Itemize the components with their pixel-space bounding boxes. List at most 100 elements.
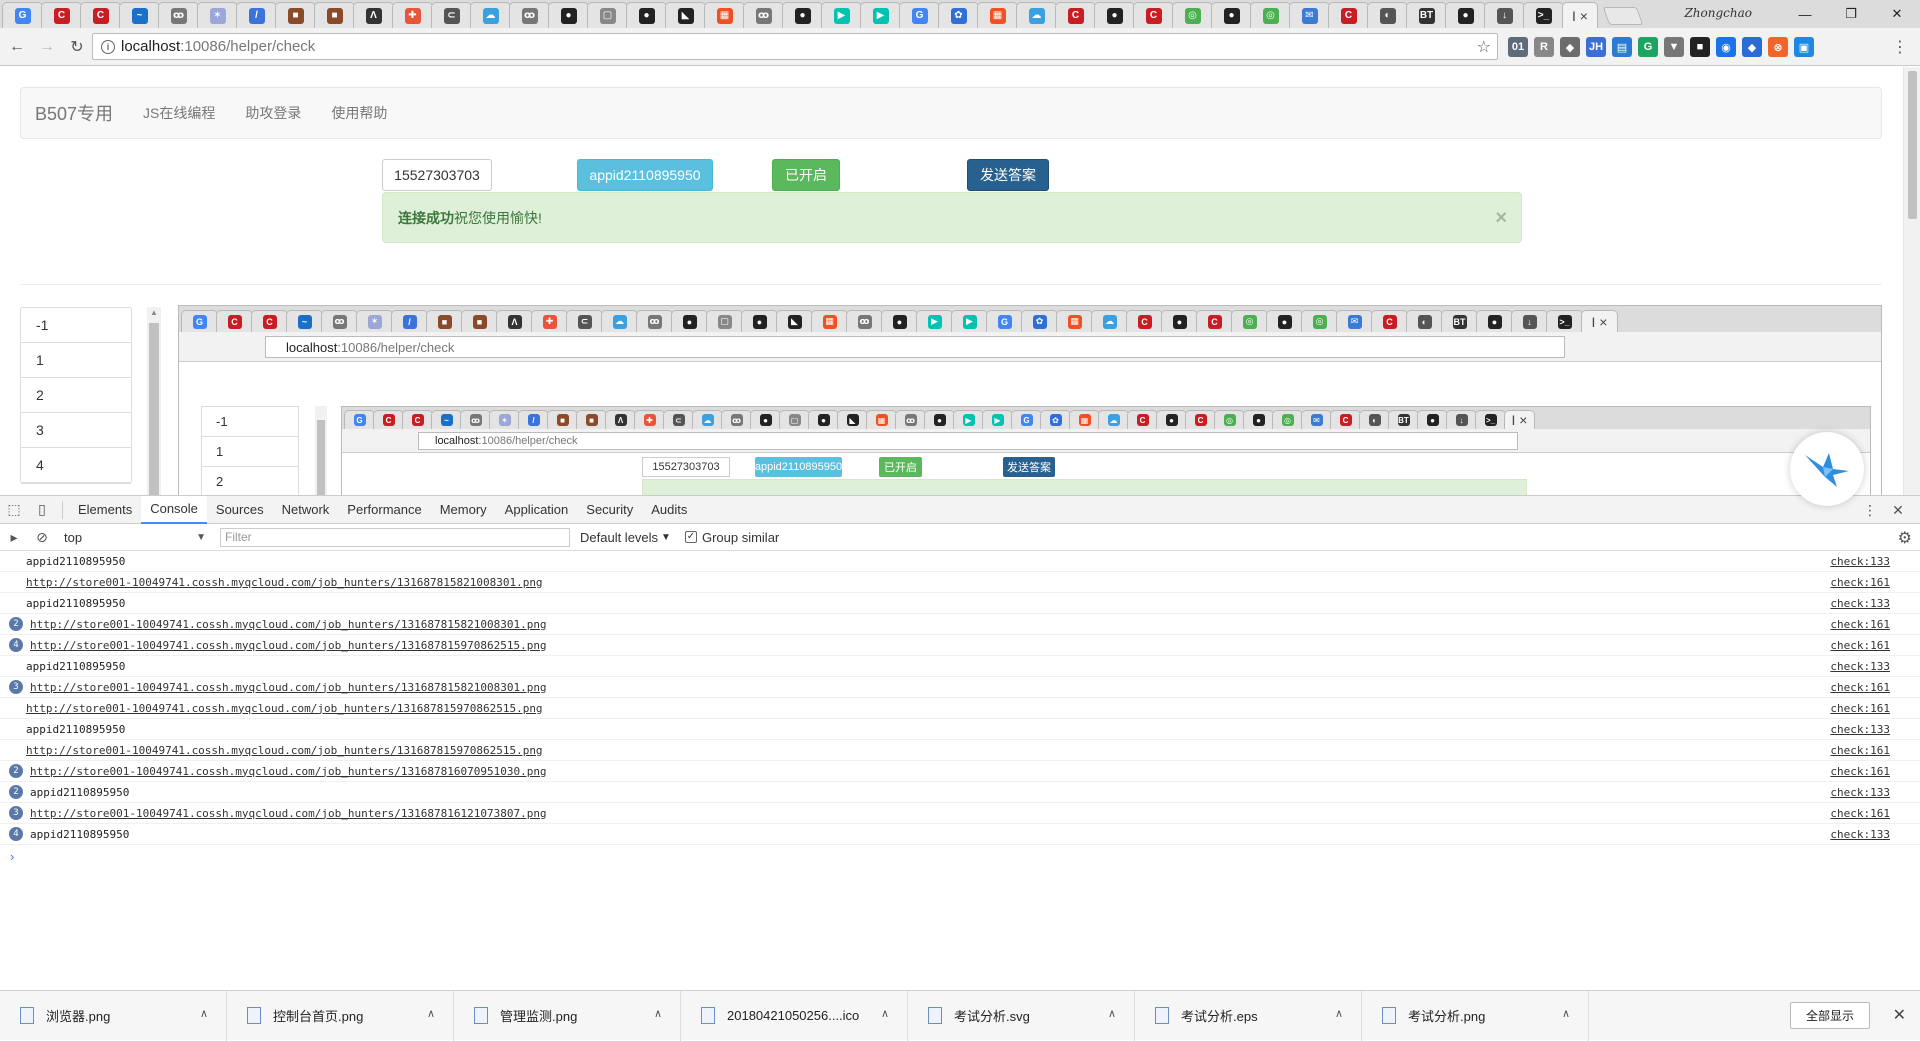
browser-tab[interactable]: ▦: [704, 2, 745, 28]
profile-name[interactable]: Zhongchao: [1684, 6, 1752, 20]
new-tab-button[interactable]: [1602, 7, 1644, 25]
browser-tab[interactable]: ■: [576, 410, 607, 429]
extension-icon[interactable]: R: [1534, 37, 1554, 57]
address-bar[interactable]: i localhost:10086/helper/check ☆: [92, 33, 1498, 60]
browser-tab[interactable]: C: [1127, 410, 1158, 429]
page-scrollbar[interactable]: [1903, 67, 1920, 495]
extension-icon[interactable]: ◆: [1560, 37, 1580, 57]
browser-tab[interactable]: ▶: [916, 310, 953, 332]
tab-sources[interactable]: Sources: [207, 496, 273, 524]
browser-tab[interactable]: ☁: [470, 2, 511, 28]
browser-tab[interactable]: ●: [1094, 2, 1135, 28]
list-item[interactable]: 1: [21, 343, 131, 378]
browser-tab[interactable]: G: [899, 2, 940, 28]
browser-tab[interactable]: ✿: [1040, 410, 1071, 429]
console-source-link[interactable]: check:133: [1830, 555, 1890, 568]
browser-tab[interactable]: ●: [1156, 410, 1187, 429]
browser-tab[interactable]: ●: [1243, 410, 1274, 429]
tab-security[interactable]: Security: [577, 496, 642, 524]
console-url-link[interactable]: http://store001-10049741.cossh.myqcloud.…: [30, 807, 547, 820]
browser-tab[interactable]: ↓: [1511, 310, 1548, 332]
browser-tab[interactable]: Λ: [496, 310, 533, 332]
forward-icon[interactable]: →: [34, 34, 60, 60]
site-brand[interactable]: B507专用: [35, 100, 113, 126]
group-similar-checkbox[interactable]: ✓: [684, 531, 697, 543]
browser-tab[interactable]: ↓: [1446, 410, 1477, 429]
console-source-link[interactable]: check:161: [1830, 702, 1890, 715]
browser-tab[interactable]: ꝏ: [846, 310, 883, 332]
browser-tab[interactable]: C: [216, 310, 253, 332]
browser-tab[interactable]: ✿: [938, 2, 979, 28]
browser-tab[interactable]: >_: [1546, 310, 1583, 332]
close-window-icon[interactable]: ✕: [1874, 0, 1920, 28]
download-item[interactable]: 管理监测.png ∧: [454, 990, 681, 1041]
browser-tab[interactable]: ▦: [1069, 410, 1100, 429]
browser-tab[interactable]: ◎: [1214, 410, 1245, 429]
browser-tab[interactable]: ◐: [1367, 2, 1408, 28]
back-icon[interactable]: ←: [4, 34, 30, 60]
browser-tab[interactable]: ꝏ: [721, 410, 752, 429]
scrollbar-thumb[interactable]: [149, 323, 159, 495]
floating-bird-icon[interactable]: [1790, 432, 1864, 506]
browser-tab[interactable]: G: [1011, 410, 1042, 429]
browser-tab[interactable]: ꝏ: [895, 410, 926, 429]
browser-tab[interactable]: ●: [782, 2, 823, 28]
browser-tab[interactable]: ✶: [356, 310, 393, 332]
minimize-icon[interactable]: —: [1782, 0, 1828, 28]
browser-tab[interactable]: BT: [1406, 2, 1447, 28]
browser-tab[interactable]: G: [986, 310, 1023, 332]
console-url-link[interactable]: http://store001-10049741.cossh.myqcloud.…: [26, 576, 543, 589]
browser-tab[interactable]: C: [1126, 310, 1163, 332]
context-selector[interactable]: top ▼: [60, 527, 210, 547]
browser-tab[interactable]: ◣: [837, 410, 868, 429]
browser-tab[interactable]: ●: [750, 410, 781, 429]
list-item[interactable]: 4: [21, 448, 131, 483]
chevron-up-icon[interactable]: ∧: [1335, 1007, 1343, 1020]
console-source-link[interactable]: check:133: [1830, 828, 1890, 841]
active-tab[interactable]: I ×: [1562, 2, 1598, 28]
devtools-close-icon[interactable]: ✕: [1884, 496, 1912, 524]
page-scrollbar-thumb[interactable]: [1908, 71, 1917, 219]
browser-tab[interactable]: C: [41, 2, 82, 28]
browser-tab[interactable]: ▶: [860, 2, 901, 28]
nav-link-help[interactable]: 使用帮助: [331, 103, 387, 123]
download-item[interactable]: 浏览器.png ∧: [0, 990, 227, 1041]
browser-tab[interactable]: ⊂: [566, 310, 603, 332]
browser-tab[interactable]: ▢: [779, 410, 810, 429]
download-item[interactable]: 考试分析.svg ∧: [908, 990, 1135, 1041]
console-source-link[interactable]: check:133: [1830, 723, 1890, 736]
info-icon[interactable]: i: [101, 39, 115, 54]
browser-tab[interactable]: ●: [808, 410, 839, 429]
console-url-link[interactable]: http://store001-10049741.cossh.myqcloud.…: [26, 702, 543, 715]
tab-performance[interactable]: Performance: [338, 496, 430, 524]
group-similar-toggle[interactable]: ✓ Group similar: [684, 530, 779, 545]
tab-application[interactable]: Application: [496, 496, 578, 524]
browser-tab[interactable]: ▢: [706, 310, 743, 332]
browser-tab[interactable]: ●: [671, 310, 708, 332]
extension-icon[interactable]: 01: [1508, 37, 1528, 57]
chevron-up-icon[interactable]: ∧: [200, 1007, 208, 1020]
browser-tab[interactable]: >_: [1475, 410, 1506, 429]
browser-tab[interactable]: ▦: [977, 2, 1018, 28]
list-scrollbar[interactable]: ▲: [147, 307, 161, 495]
browser-tab[interactable]: ●: [1266, 310, 1303, 332]
browser-tab[interactable]: ●: [548, 2, 589, 28]
chevron-up-icon[interactable]: ∧: [427, 1007, 435, 1020]
extension-icon[interactable]: ▣: [1794, 37, 1814, 57]
browser-tab[interactable]: /: [236, 2, 277, 28]
browser-tab[interactable]: BT: [1388, 410, 1419, 429]
send-answer-button[interactable]: 发送答案: [967, 159, 1049, 191]
browser-tab[interactable]: C: [1371, 310, 1408, 332]
extension-icon[interactable]: G: [1638, 37, 1658, 57]
browser-tab[interactable]: G: [2, 2, 43, 28]
tab-console[interactable]: Console: [141, 495, 207, 524]
extension-icon[interactable]: JH: [1586, 37, 1606, 57]
browser-tab[interactable]: ■: [426, 310, 463, 332]
console-settings-icon[interactable]: ⚙: [1898, 528, 1912, 548]
status-enabled-button[interactable]: 已开启: [772, 159, 840, 191]
browser-tab[interactable]: ●: [924, 410, 955, 429]
browser-tab[interactable]: /: [391, 310, 428, 332]
browser-tab[interactable]: C: [251, 310, 288, 332]
extension-icon[interactable]: ◆: [1742, 37, 1762, 57]
browser-tab[interactable]: G: [344, 410, 375, 429]
